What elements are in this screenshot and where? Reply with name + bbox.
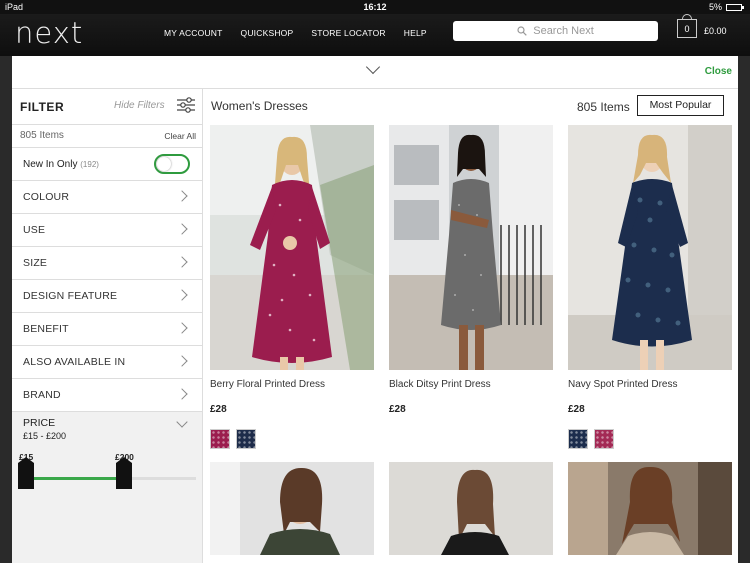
filter-benefit[interactable]: BENEFIT (12, 313, 202, 346)
product-name[interactable]: Black Ditsy Print Dress (389, 379, 491, 390)
colour-swatch-berry[interactable] (594, 429, 614, 449)
status-bar: iPad 16:12 5% (0, 0, 750, 14)
product-card[interactable]: Navy Spot Printed Dress £28 (568, 125, 732, 449)
battery-percent: 5% (708, 2, 722, 12)
chevron-right-icon (176, 355, 188, 367)
product-image[interactable] (389, 462, 553, 555)
product-image[interactable] (210, 462, 374, 555)
price-slider-fill (26, 477, 125, 480)
filter-sidebar: FILTER Hide Filters 805 Items Clear All … (12, 89, 203, 563)
price-filter: PRICE £15 - £200 £15 £200 (12, 412, 202, 563)
new-in-toggle[interactable] (154, 154, 190, 174)
price-slider-track[interactable] (26, 477, 196, 480)
chevron-down-icon[interactable] (176, 416, 188, 428)
chevron-right-icon (176, 190, 188, 202)
bag-count: 0 (684, 24, 690, 34)
filter-header: FILTER Hide Filters (12, 89, 202, 125)
colour-swatch-berry[interactable] (210, 429, 230, 449)
shopping-bag-icon[interactable]: 0 (677, 14, 697, 38)
colour-swatch-navy[interactable] (568, 429, 588, 449)
chevron-right-icon (176, 388, 188, 400)
new-in-row: New In Only (192) (12, 148, 202, 181)
product-card[interactable] (568, 462, 732, 555)
chevron-down-icon[interactable] (365, 59, 381, 75)
nav-my-account[interactable]: MY ACCOUNT (164, 28, 223, 38)
nav-store-locator[interactable]: STORE LOCATOR (311, 28, 385, 38)
product-name[interactable]: Navy Spot Printed Dress (568, 379, 678, 390)
product-card[interactable]: Berry Floral Printed Dress £28 (210, 125, 374, 449)
status-time: 16:12 (363, 2, 387, 12)
product-image[interactable] (568, 125, 732, 370)
product-listing: Women's Dresses 805 Items Most Popular B… (203, 89, 738, 563)
product-card[interactable] (210, 462, 374, 555)
filter-brand[interactable]: BRAND (12, 379, 202, 412)
filter-also-available-in[interactable]: ALSO AVAILABLE IN (12, 346, 202, 379)
page-title: Women's Dresses (211, 99, 308, 113)
price-max-handle[interactable] (116, 457, 132, 489)
filter-title: FILTER (20, 100, 65, 114)
nav-quickshop[interactable]: QUICKSHOP (241, 28, 294, 38)
battery-icon (726, 3, 744, 11)
product-price: £28 (389, 404, 406, 415)
chevron-right-icon (176, 322, 188, 334)
product-image[interactable] (389, 125, 553, 370)
sort-dropdown[interactable]: Most Popular (637, 95, 724, 116)
colour-swatch-navy[interactable] (236, 429, 256, 449)
sliders-icon[interactable] (177, 97, 195, 113)
filter-colour[interactable]: COLOUR (12, 181, 202, 214)
filter-size[interactable]: SIZE (12, 247, 202, 280)
product-price: £28 (210, 404, 227, 415)
price-min-handle[interactable] (18, 457, 34, 489)
search-placeholder: Search Next (533, 25, 594, 37)
product-image[interactable] (568, 462, 732, 555)
nav-help[interactable]: HELP (404, 28, 427, 38)
chevron-right-icon (176, 256, 188, 268)
search-input[interactable]: Search Next (453, 21, 658, 41)
hide-filters-link[interactable]: Hide Filters (114, 100, 165, 111)
filter-item-count: 805 Items (20, 130, 64, 141)
shop-panel: Close FILTER Hide Filters 805 Items Clea… (12, 56, 738, 563)
clear-all-button[interactable]: Clear All (164, 131, 196, 141)
filter-design-feature[interactable]: DESIGN FEATURE (12, 280, 202, 313)
product-price: £28 (568, 404, 585, 415)
price-range: £15 - £200 (23, 431, 67, 441)
close-button[interactable]: Close (705, 66, 732, 77)
chevron-right-icon (176, 223, 188, 235)
filter-use[interactable]: USE (12, 214, 202, 247)
top-nav: MY ACCOUNT QUICKSHOP STORE LOCATOR HELP (164, 28, 427, 38)
product-image[interactable] (210, 125, 374, 370)
filter-count-row: 805 Items Clear All (12, 125, 202, 148)
search-icon (517, 26, 527, 36)
panel-toolbar: Close (12, 56, 738, 89)
bag-total[interactable]: £0.00 (704, 26, 727, 36)
product-name[interactable]: Berry Floral Printed Dress (210, 379, 325, 390)
product-card[interactable] (389, 462, 553, 555)
new-in-count: (192) (80, 160, 99, 169)
site-header: next MY ACCOUNT QUICKSHOP STORE LOCATOR … (0, 14, 750, 56)
product-card[interactable]: Black Ditsy Print Dress £28 (389, 125, 553, 415)
new-in-label: New In Only (23, 159, 78, 170)
next-logo[interactable]: next (15, 16, 83, 50)
price-title: PRICE (23, 417, 56, 429)
results-count: 805 Items (577, 100, 630, 114)
chevron-right-icon (176, 289, 188, 301)
